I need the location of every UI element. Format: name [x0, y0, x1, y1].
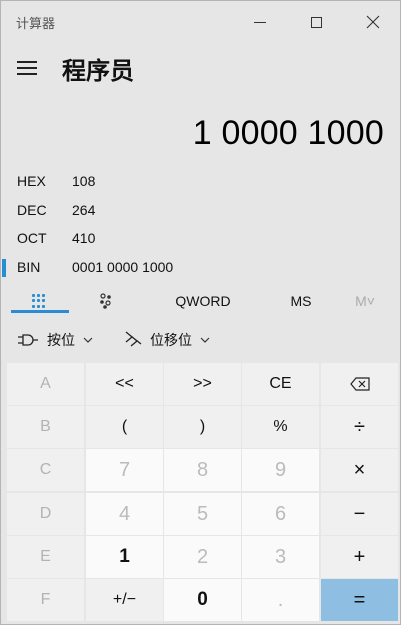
minimize-button[interactable] [237, 7, 283, 37]
minimize-icon [254, 21, 266, 23]
radix-label: HEX [17, 173, 46, 189]
key-decimal[interactable]: . [242, 579, 319, 621]
key-e[interactable]: E [7, 536, 84, 578]
key-4[interactable]: 4 [86, 493, 163, 535]
active-tab-underline [11, 310, 69, 313]
key-multiply[interactable]: × [321, 449, 398, 491]
radix-row-oct[interactable]: OCT 410 [1, 224, 400, 252]
keypad-icon [32, 294, 46, 308]
key-5[interactable]: 5 [164, 493, 241, 535]
close-icon [366, 15, 380, 29]
maximize-button[interactable] [293, 7, 339, 37]
key-a[interactable]: A [7, 363, 84, 405]
radix-value: 0001 0000 1000 [72, 259, 174, 275]
radix-value: 410 [72, 230, 96, 246]
key-add[interactable]: + [321, 536, 398, 578]
key-close-paren[interactable]: ) [164, 406, 241, 448]
key-negate[interactable]: +/− [86, 579, 163, 621]
key-8[interactable]: 8 [164, 449, 241, 491]
key-backspace[interactable] [321, 363, 398, 405]
key-percent[interactable]: % [242, 406, 319, 448]
word-size-button[interactable]: QWORD [161, 286, 245, 316]
maximize-icon [310, 16, 322, 28]
radix-label: OCT [17, 230, 47, 246]
menu-button[interactable] [15, 59, 39, 77]
key-open-paren[interactable]: ( [86, 406, 163, 448]
key-9[interactable]: 9 [242, 449, 319, 491]
window-title: 计算器 [16, 16, 56, 31]
title-bar: 计算器 [1, 1, 400, 43]
key-6[interactable]: 6 [242, 493, 319, 535]
logic-gate-icon [17, 333, 39, 347]
close-button[interactable] [350, 7, 396, 37]
bit-shift-icon [124, 331, 142, 349]
selected-radix-indicator [2, 259, 6, 277]
key-clear-entry[interactable]: CE [242, 363, 319, 405]
key-d[interactable]: D [7, 493, 84, 535]
key-subtract[interactable]: − [321, 493, 398, 535]
result-display: 1 0000 1000 [192, 114, 384, 152]
bitwise-label: 按位 [47, 332, 75, 348]
key-1[interactable]: 1 [86, 536, 163, 578]
radix-label: DEC [17, 202, 47, 218]
mode-title: 程序员 [62, 58, 134, 85]
key-left-shift[interactable]: << [86, 363, 163, 405]
bit-shift-label: 位移位 [150, 332, 192, 348]
radix-row-hex[interactable]: HEX 108 [1, 167, 400, 195]
hamburger-icon [17, 61, 37, 63]
key-c[interactable]: C [7, 449, 84, 491]
bit-shift-dropdown[interactable]: 位移位 [124, 327, 210, 353]
key-divide[interactable]: ÷ [321, 406, 398, 448]
radix-row-bin[interactable]: BIN 0001 0000 1000 [1, 253, 400, 281]
radix-value: 264 [72, 202, 96, 218]
key-0[interactable]: 0 [164, 579, 241, 621]
bitwise-dropdown[interactable]: 按位 [17, 327, 93, 353]
key-b[interactable]: B [7, 406, 84, 448]
key-right-shift[interactable]: >> [164, 363, 241, 405]
memory-list-button[interactable]: M˅ [337, 286, 393, 316]
chevron-down-icon [83, 337, 93, 343]
key-3[interactable]: 3 [242, 536, 319, 578]
backspace-icon [349, 377, 370, 391]
hamburger-icon-line [17, 67, 37, 69]
calculator-window: 计算器 程序员 1 0000 1000 HEX 108 DEC 264 OCT … [0, 0, 401, 625]
radix-label: BIN [17, 259, 41, 275]
radix-row-dec[interactable]: DEC 264 [1, 196, 400, 224]
bit-toggle-icon [100, 293, 111, 309]
key-7[interactable]: 7 [86, 449, 163, 491]
memory-store-button[interactable]: MS [273, 286, 329, 316]
key-f[interactable]: F [7, 579, 84, 621]
hamburger-icon-line [17, 73, 37, 75]
key-equals[interactable]: = [321, 579, 398, 621]
key-2[interactable]: 2 [164, 536, 241, 578]
radix-value: 108 [72, 173, 96, 189]
chevron-down-icon [200, 337, 210, 343]
tab-bit-toggle[interactable] [76, 286, 136, 316]
